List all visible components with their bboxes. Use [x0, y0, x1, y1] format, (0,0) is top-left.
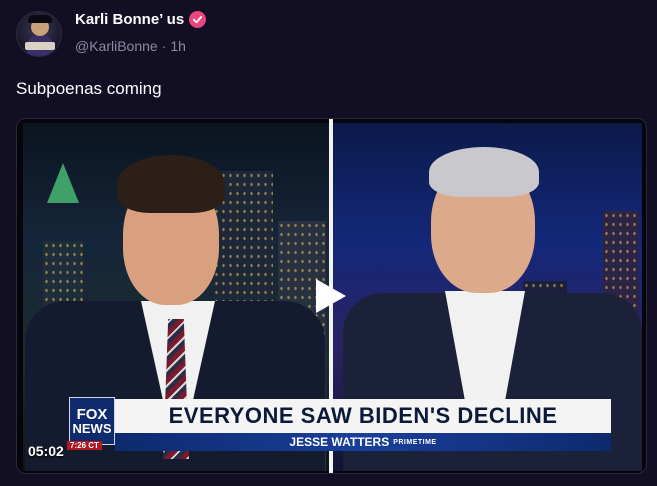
play-icon	[316, 279, 346, 313]
play-button[interactable]	[307, 272, 355, 320]
video-player[interactable]: FOX NEWS EVERYONE SAW BIDEN'S DECLINE JE…	[16, 118, 647, 474]
show-brand: PRIMETIME	[393, 438, 437, 446]
channel-clock: 7:26 CT	[67, 441, 102, 450]
meta-separator: ·	[161, 38, 167, 54]
author-meta: @KarliBonne · 1h	[75, 38, 186, 54]
video-timestamp: 05:02	[28, 443, 64, 459]
avatar[interactable]	[16, 11, 62, 57]
chyron-headline: EVERYONE SAW BIDEN'S DECLINE	[115, 399, 611, 433]
post-time[interactable]: 1h	[170, 38, 186, 54]
chyron-show: JESSE WATTERS PRIMETIME	[115, 433, 611, 451]
handle[interactable]: @KarliBonne	[75, 38, 158, 54]
post-text: Subpoenas coming	[16, 79, 162, 98]
fox-news-logo: FOX NEWS	[69, 397, 115, 445]
verified-badge-icon	[189, 11, 207, 28]
author-name-row: Karli Bonne’ us	[75, 11, 207, 28]
show-name: JESSE WATTERS	[289, 435, 390, 449]
news-chyron: FOX NEWS EVERYONE SAW BIDEN'S DECLINE JE…	[69, 397, 611, 453]
display-name[interactable]: Karli Bonne’ us	[75, 11, 184, 28]
post-card[interactable]: Karli Bonne’ us @KarliBonne · 1h Subpoen…	[0, 0, 657, 486]
